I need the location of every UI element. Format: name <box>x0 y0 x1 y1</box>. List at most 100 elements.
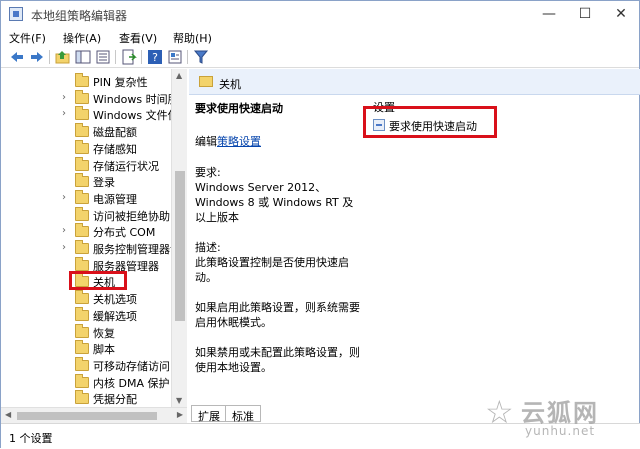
chevron-right-icon[interactable]: › <box>62 192 66 203</box>
menu-bar: 文件(F) 操作(A) 查看(V) 帮助(H) <box>1 27 639 46</box>
folder-icon <box>75 306 89 321</box>
folder-icon <box>75 156 89 171</box>
scroll-up-icon[interactable]: ▲ <box>176 71 182 80</box>
enabled-text: 如果启用此策略设置，则系统需要启用休眠模式。 <box>195 301 360 329</box>
folder-icon <box>75 290 89 305</box>
toolbar-separator <box>187 50 188 64</box>
menu-help[interactable]: 帮助(H) <box>173 30 212 46</box>
star-icon: ☆ <box>485 393 514 431</box>
tab-extended[interactable]: 扩展 <box>191 405 227 423</box>
folder-icon <box>75 123 89 138</box>
tree-item[interactable]: 存储感知 <box>1 139 171 157</box>
watermark: ☆ 云狐网 yunhu.net <box>485 393 625 441</box>
svg-text:?: ? <box>152 51 158 64</box>
tree-item[interactable]: PIN 复杂性 <box>1 73 171 90</box>
tree-item-label: 服务控制管理器设 <box>93 243 181 256</box>
export-icon[interactable] <box>121 49 137 65</box>
tree-item-label: 访问被拒绝协助 <box>93 209 170 223</box>
disabled-text: 如果禁用或未配置此策略设置，则使用本地设置。 <box>195 346 360 374</box>
help-icon[interactable]: ? <box>147 49 163 65</box>
scroll-thumb[interactable] <box>17 412 157 420</box>
folder-icon <box>75 390 89 405</box>
window-title: 本地组策略编辑器 <box>31 9 128 23</box>
properties-icon[interactable] <box>167 49 183 65</box>
filter-icon[interactable] <box>193 49 209 65</box>
tree-item[interactable]: › 服务控制管理器设 <box>1 240 181 257</box>
chevron-right-icon[interactable]: › <box>62 242 66 253</box>
tree-horizontal-scrollbar[interactable]: ◀ ▶ <box>1 407 187 423</box>
folder-icon <box>75 206 89 221</box>
folder-icon <box>75 256 89 271</box>
folder-icon <box>75 139 89 154</box>
tree-item[interactable]: 缓解选项 <box>1 306 171 324</box>
view-tabs: 扩展 标准 <box>191 405 311 423</box>
console-tree-icon[interactable] <box>75 49 91 65</box>
edit-prefix: 编辑 <box>195 135 217 148</box>
tree-item[interactable]: 关机选项 <box>1 290 171 307</box>
folder-icon <box>75 240 89 254</box>
chevron-right-icon[interactable]: › <box>62 92 66 103</box>
close-button[interactable]: ✕ <box>603 1 639 27</box>
tree-item-label: 分布式 COM <box>93 226 156 240</box>
tree-item[interactable]: 磁盘配额 <box>1 123 171 140</box>
tree-item[interactable]: 可移动存储访问 <box>1 356 171 374</box>
back-icon[interactable] <box>9 49 25 65</box>
tree-item-label: Windows 文件保 <box>93 109 179 123</box>
description-label: 描述: <box>195 241 221 254</box>
toolbar: ? <box>1 46 639 68</box>
console-tree: PIN 复杂性 › Windows 时间服 › Windows 文件保 磁盘配额 存储感知存… <box>1 69 187 407</box>
tree-item[interactable]: 访问被拒绝协助 <box>1 206 171 224</box>
tree-item-label: 电源管理 <box>93 192 137 206</box>
folder-icon <box>75 356 89 371</box>
folder-icon <box>199 76 213 87</box>
tree-item[interactable]: › Windows 时间服 <box>1 89 179 107</box>
menu-view[interactable]: 查看(V) <box>119 30 157 46</box>
description-block: 描述: 此策略设置控制是否使用快速启动。 <box>195 240 361 285</box>
tree-item[interactable]: 凭据分配 <box>1 390 171 407</box>
tree-item-label: 存储感知 <box>93 142 137 156</box>
watermark-title: 云狐网 <box>521 399 599 427</box>
tree-item-label: 磁盘配额 <box>93 126 137 140</box>
title-bar: 本地组策略编辑器 — ☐ ✕ <box>1 1 639 27</box>
tree-item-label: 关机选项 <box>93 293 137 307</box>
menu-action[interactable]: 操作(A) <box>63 30 101 46</box>
folder-icon <box>75 173 89 188</box>
chevron-right-icon[interactable]: › <box>62 108 66 119</box>
edit-policy-link[interactable]: 策略设置 <box>217 135 261 148</box>
menu-file[interactable]: 文件(F) <box>9 30 46 46</box>
watermark-url: yunhu.net <box>525 424 596 438</box>
tree-item[interactable]: 恢复 <box>1 323 171 341</box>
scroll-right-icon[interactable]: ▶ <box>177 410 183 419</box>
requirement-block: 要求: Windows Server 2012、Windows 8 或 Windo… <box>195 165 361 225</box>
chevron-right-icon[interactable]: › <box>62 225 66 236</box>
tab-standard[interactable]: 标准 <box>225 405 261 423</box>
folder-icon <box>75 89 89 104</box>
tree-item-label: 缓解选项 <box>93 309 137 323</box>
details-pane-icon[interactable] <box>95 49 111 65</box>
window: 本地组策略编辑器 — ☐ ✕ 文件(F) 操作(A) 查看(V) 帮助(H) ?… <box>0 0 640 449</box>
folder-icon <box>75 223 89 238</box>
forward-icon[interactable] <box>29 49 45 65</box>
tree-item[interactable]: 脚本 <box>1 340 171 357</box>
tree-item[interactable]: › 电源管理 <box>1 189 171 207</box>
tree-item-label: 存储运行状况 <box>93 159 159 173</box>
tree-item[interactable]: 登录 <box>1 173 171 190</box>
minimize-button[interactable]: — <box>531 1 567 27</box>
tree-item-label: 凭据分配 <box>93 393 137 407</box>
tree-item[interactable]: › Windows 文件保 <box>1 106 179 123</box>
scroll-down-icon[interactable]: ▼ <box>176 396 182 405</box>
tree-item[interactable]: › 分布式 COM <box>1 223 171 240</box>
tree-vertical-scrollbar[interactable]: ▲ ▼ <box>171 69 187 407</box>
tree-item-label: 脚本 <box>93 343 115 357</box>
folder-icon <box>75 373 89 388</box>
up-folder-icon[interactable] <box>55 49 71 65</box>
scroll-thumb[interactable] <box>175 171 185 321</box>
tree-item[interactable]: 存储运行状况 <box>1 156 171 174</box>
folder-icon <box>75 340 89 355</box>
highlight-box-shutdown <box>69 271 127 290</box>
toolbar-separator <box>141 50 142 64</box>
tree-item-label: 登录 <box>93 176 115 190</box>
tree-item[interactable]: 内核 DMA 保护 <box>1 373 171 391</box>
maximize-button[interactable]: ☐ <box>567 1 603 27</box>
scroll-left-icon[interactable]: ◀ <box>5 410 11 419</box>
